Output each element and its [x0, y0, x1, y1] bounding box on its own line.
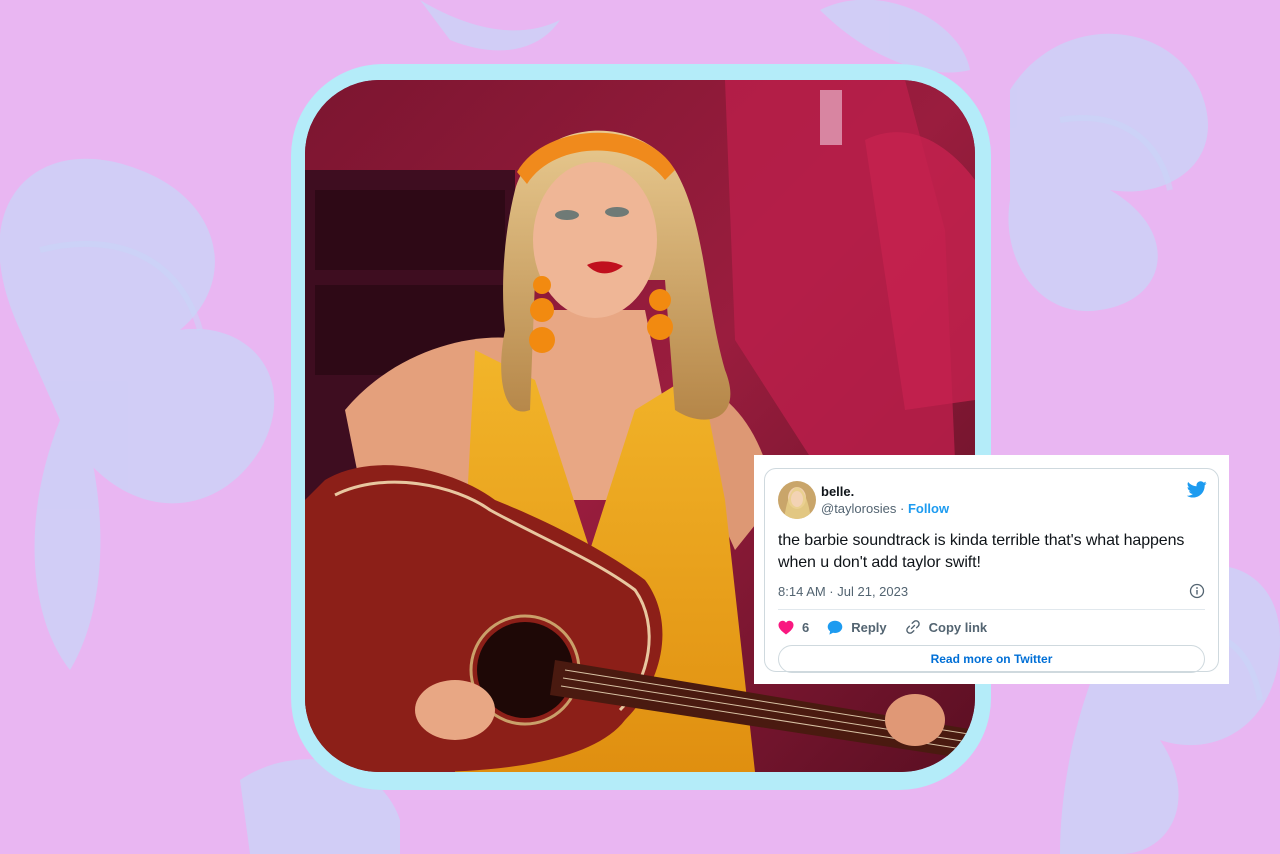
reply-button[interactable]: Reply: [827, 619, 887, 635]
twitter-bird-icon[interactable]: [1187, 481, 1207, 498]
tweet-actions-bar: 6 Reply Copy link: [778, 611, 1205, 643]
follow-link[interactable]: Follow: [908, 501, 949, 516]
like-count: 6: [802, 619, 810, 635]
copy-link-label: Copy link: [928, 619, 988, 635]
author-display-name[interactable]: belle.: [821, 483, 949, 500]
reply-bubble-icon: [827, 620, 843, 635]
tweet-body-text: the barbie soundtrack is kinda terrible …: [778, 532, 1185, 571]
like-button[interactable]: 6: [778, 620, 809, 635]
info-icon[interactable]: [1189, 583, 1205, 599]
embedded-tweet-card: belle. @taylorosies · Follow the barbie …: [754, 455, 1229, 684]
tweet-timestamp[interactable]: 8:14 AM · Jul 21, 2023: [778, 584, 908, 599]
handle-separator: ·: [899, 501, 905, 516]
tweet-author-row: belle. @taylorosies · Follow: [778, 479, 1205, 521]
tweet-container: belle. @taylorosies · Follow the barbie …: [764, 468, 1219, 673]
tweet-divider: [778, 609, 1205, 610]
author-handle[interactable]: @taylorosies: [821, 501, 896, 516]
heart-icon: [778, 620, 794, 634]
author-avatar[interactable]: [778, 481, 816, 519]
read-more-on-twitter-button[interactable]: Read more on Twitter: [778, 645, 1205, 673]
link-icon: [905, 620, 920, 634]
reply-label: Reply: [851, 619, 887, 635]
copy-link-button[interactable]: Copy link: [905, 619, 988, 635]
